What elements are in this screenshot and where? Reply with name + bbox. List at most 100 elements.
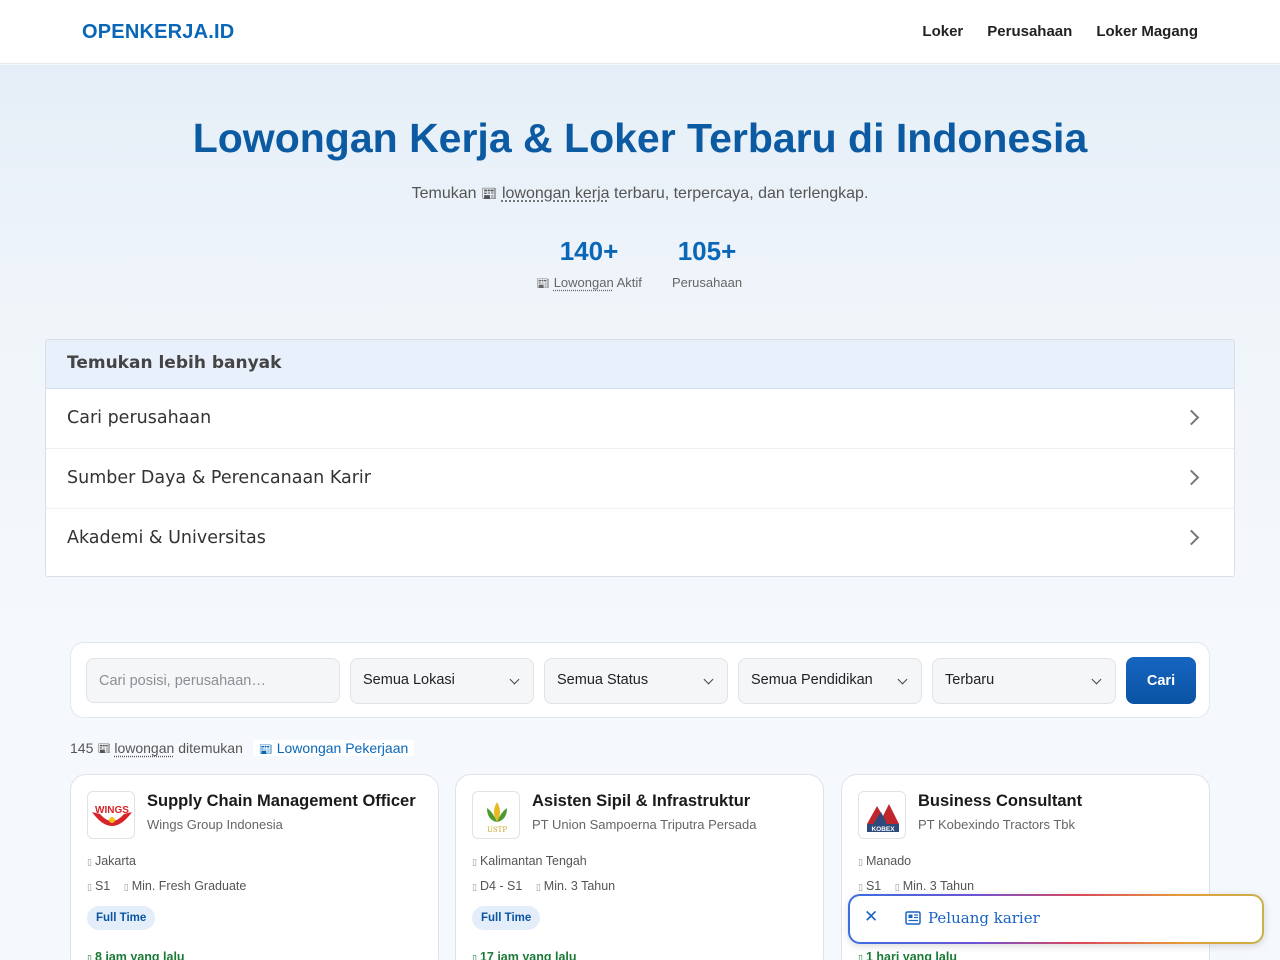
location-select-value: Semua Lokasi xyxy=(363,672,455,688)
job-posted-time: ▯ 17 jam yang lalu xyxy=(472,950,577,960)
job-experience-value: Min. 3 Tahun xyxy=(902,879,975,893)
job-experience-value: Min. 3 Tahun xyxy=(543,879,616,893)
job-posted-value: 17 jam yang lalu xyxy=(479,950,577,960)
results-lowongan-link[interactable]: lowongan xyxy=(114,740,174,756)
chevron-right-icon xyxy=(1183,529,1200,546)
briefcase-icon: ▯ xyxy=(123,883,129,893)
newspaper-icon: 📰︎ xyxy=(258,743,273,756)
stat-companies-number: 105+ xyxy=(677,236,737,266)
job-card[interactable]: USTP Asisten Sipil & Infrastruktur PT Un… xyxy=(455,774,824,960)
hero-subtitle: Temukan 📰︎ lowongan kerja terbaru, terpe… xyxy=(0,185,1280,203)
chevron-down-icon xyxy=(897,674,908,685)
related-item-label: Cari perusahaan xyxy=(67,408,212,428)
chevron-right-icon xyxy=(1183,469,1200,486)
job-title[interactable]: Supply Chain Management Officer xyxy=(147,792,416,811)
results-count: 145 xyxy=(70,740,94,756)
briefcase-icon: ▯ xyxy=(894,883,900,893)
newspaper-icon xyxy=(905,911,921,930)
company-name: PT Union Sampoerna Triputra Persada xyxy=(532,817,757,832)
job-location-value: Kalimantan Tengah xyxy=(479,854,587,868)
results-found-text: ditemukan xyxy=(178,740,243,756)
sort-select-value: Terbaru xyxy=(945,672,995,688)
subtitle-link-lowongan-kerja[interactable]: lowongan kerja xyxy=(502,185,610,202)
top-navigation-bar: OPENKERJA.ID Loker Perusahaan Loker Maga… xyxy=(0,0,1280,64)
company-name: PT Kobexindo Tractors Tbk xyxy=(918,817,1076,832)
related-searches-heading: Temukan lebih banyak xyxy=(46,340,1234,389)
stat-active-label-rest: Aktif xyxy=(616,275,642,290)
location-pin-icon: ▯ xyxy=(858,858,863,868)
job-location: ▯ Jakarta xyxy=(87,854,136,868)
stat-active-jobs-label: 📰︎ Lowongan Aktif xyxy=(530,275,648,290)
search-input[interactable] xyxy=(86,658,340,703)
job-experience-value: Min. Fresh Graduate xyxy=(131,879,247,893)
job-posted-time: ▯ 8 jam yang lalu xyxy=(87,950,185,960)
related-item-label: Sumber Daya & Perencanaan Karir xyxy=(67,468,371,488)
education-select[interactable]: Semua Pendidikan xyxy=(738,658,922,704)
related-item-akademi-universitas[interactable]: Akademi & Universitas xyxy=(46,509,1234,569)
floating-suggestion-bar: ✕ Peluang karier xyxy=(848,894,1264,944)
clock-icon: ▯ xyxy=(87,954,92,960)
newspaper-icon: 📰︎ xyxy=(480,187,498,202)
job-type-badge: Full Time xyxy=(472,906,541,930)
job-requirements: ▯ S1 ▯ Min. Fresh Graduate xyxy=(87,879,246,893)
lowongan-pekerjaan-link[interactable]: 📰︎ Lowongan Pekerjaan xyxy=(252,740,415,756)
job-education-value: D4 - S1 xyxy=(479,879,523,893)
job-requirements: ▯ S1 ▯ Min. 3 Tahun xyxy=(858,879,974,893)
chevron-right-icon xyxy=(1183,409,1200,426)
location-pin-icon: ▯ xyxy=(472,858,477,868)
logo-text: KOBEX xyxy=(871,826,895,833)
company-name: Wings Group Indonesia xyxy=(147,817,283,832)
company-logo-ustp: USTP xyxy=(472,791,520,839)
career-opportunity-link[interactable]: Peluang karier xyxy=(928,909,1040,927)
related-item-cari-perusahaan[interactable]: Cari perusahaan xyxy=(46,389,1234,449)
chevron-down-icon xyxy=(1091,674,1102,685)
graduation-cap-icon: ▯ xyxy=(858,883,863,893)
graduation-cap-icon: ▯ xyxy=(87,883,92,893)
subtitle-suffix: terbaru, terpercaya, dan terlengkap. xyxy=(614,185,869,202)
location-select[interactable]: Semua Lokasi xyxy=(350,658,534,704)
related-item-sumber-daya-karir[interactable]: Sumber Daya & Perencanaan Karir xyxy=(46,449,1234,509)
related-item-label: Akademi & Universitas xyxy=(67,528,266,548)
job-card[interactable]: WINGS Supply Chain Management Officer Wi… xyxy=(70,774,439,960)
clock-icon: ▯ xyxy=(858,954,863,960)
newspaper-icon: 📰︎ xyxy=(97,741,112,755)
chevron-down-icon xyxy=(703,674,714,685)
brand-logo-link[interactable]: OPENKERJA.ID xyxy=(82,21,234,44)
status-select[interactable]: Semua Status xyxy=(544,658,728,704)
company-logo-wings: WINGS xyxy=(87,791,135,839)
stat-lowongan-link[interactable]: Lowongan xyxy=(554,275,614,290)
page-title: Lowongan Kerja & Loker Terbaru di Indone… xyxy=(192,115,1088,161)
chevron-down-icon xyxy=(509,674,520,685)
education-select-value: Semua Pendidikan xyxy=(751,672,873,688)
close-icon[interactable]: ✕ xyxy=(864,907,878,927)
status-select-value: Semua Status xyxy=(557,672,649,688)
location-pin-icon: ▯ xyxy=(87,858,92,868)
logo-text: WINGS xyxy=(95,805,129,816)
nav-link-loker-magang[interactable]: Loker Magang xyxy=(1096,23,1198,40)
stat-active-jobs: 140+ 📰︎ Lowongan Aktif xyxy=(530,236,648,290)
briefcase-icon: ▯ xyxy=(535,883,541,893)
clock-icon: ▯ xyxy=(472,954,477,960)
job-title[interactable]: Asisten Sipil & Infrastruktur xyxy=(532,792,750,811)
lowongan-pekerjaan-link-label: Lowongan Pekerjaan xyxy=(276,740,409,756)
results-count-line: 145 📰︎ lowongan ditemukan 📰︎ Lowongan Pe… xyxy=(70,740,415,756)
stat-companies: 105+ Perusahaan xyxy=(664,236,750,290)
job-title[interactable]: Business Consultant xyxy=(918,792,1082,811)
company-logo-kobex: KOBEX xyxy=(858,791,906,839)
sort-select[interactable]: Terbaru xyxy=(932,658,1116,704)
job-location-value: Manado xyxy=(865,854,912,868)
job-type-badge: Full Time xyxy=(87,906,156,930)
job-location: ▯ Kalimantan Tengah xyxy=(472,854,587,868)
logo-text: USTP xyxy=(487,826,507,834)
stat-companies-label: Perusahaan xyxy=(671,275,743,290)
job-posted-value: 8 jam yang lalu xyxy=(94,950,185,960)
search-button[interactable]: Cari xyxy=(1126,657,1196,704)
nav-link-perusahaan[interactable]: Perusahaan xyxy=(987,23,1072,40)
nav-link-loker[interactable]: Loker xyxy=(922,23,963,40)
job-location-value: Jakarta xyxy=(94,854,136,868)
job-requirements: ▯ D4 - S1 ▯ Min. 3 Tahun xyxy=(472,879,615,893)
floating-suggestion-inner: ✕ Peluang karier xyxy=(850,896,1262,942)
newspaper-icon: 📰︎ xyxy=(536,277,551,290)
main-nav: Loker Perusahaan Loker Magang xyxy=(922,23,1198,40)
job-education-value: S1 xyxy=(865,879,882,893)
